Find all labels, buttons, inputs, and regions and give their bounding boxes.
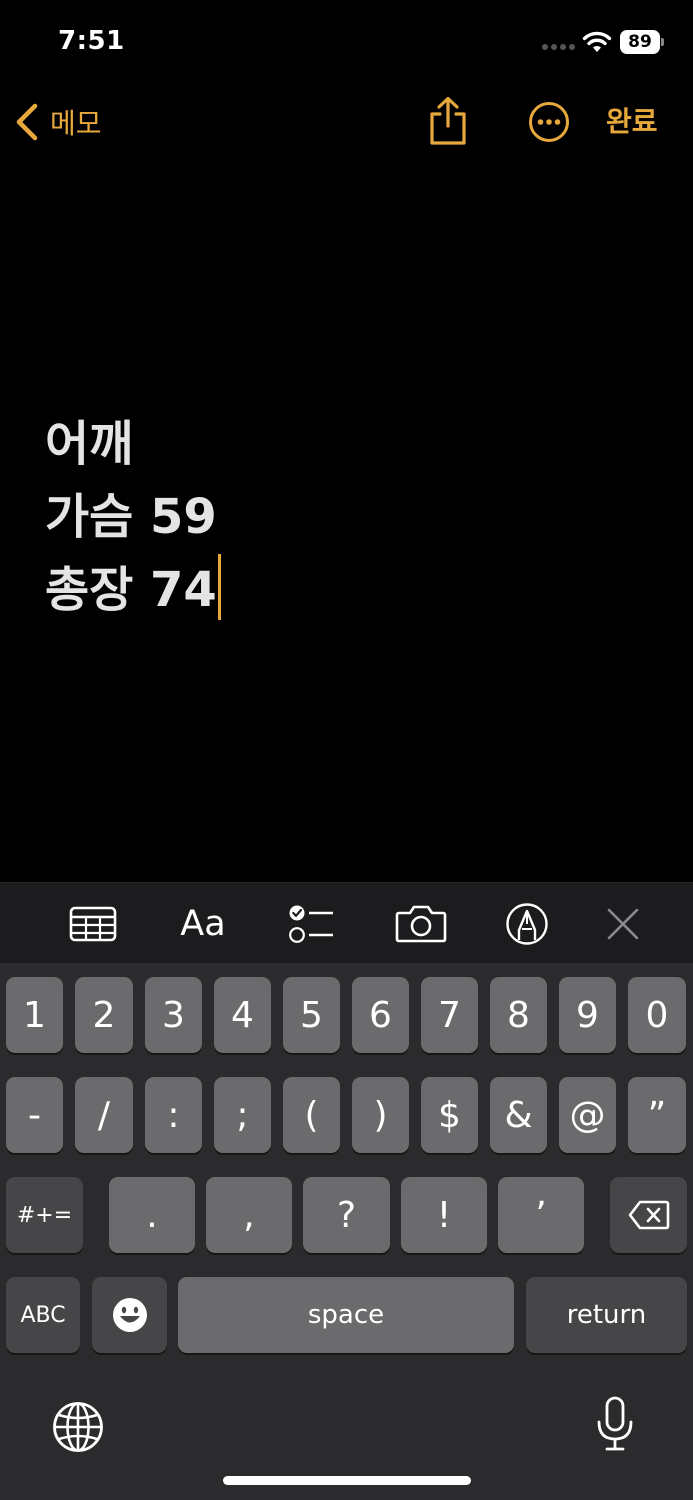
cellular-signal-icon xyxy=(542,44,576,50)
note-line-current: 총장 74 xyxy=(45,554,221,627)
format-toolbar: Aa xyxy=(0,882,693,965)
note-line: 어깨 xyxy=(45,416,134,472)
close-icon xyxy=(607,908,639,940)
backspace-icon xyxy=(628,1200,669,1230)
microphone-icon[interactable] xyxy=(596,1396,634,1452)
format-text-icon: Aa xyxy=(180,904,226,944)
key-apostrophe[interactable]: ’ xyxy=(498,1177,584,1253)
done-button[interactable]: 완료 xyxy=(606,100,658,140)
key-5[interactable]: 5 xyxy=(283,977,340,1053)
key-6[interactable]: 6 xyxy=(352,977,409,1053)
key-dollar[interactable]: $ xyxy=(421,1077,478,1153)
chevron-left-icon xyxy=(16,103,38,141)
markup-button[interactable] xyxy=(494,883,560,965)
note-text-editor[interactable]: 어깨 가슴 59 총장 74 xyxy=(45,408,221,627)
checklist-button[interactable] xyxy=(276,883,346,965)
key-open-paren[interactable]: ( xyxy=(283,1077,340,1153)
key-ampersand[interactable]: & xyxy=(490,1077,547,1153)
key-2[interactable]: 2 xyxy=(75,977,133,1053)
note-line: 가슴 59 xyxy=(45,489,217,545)
back-button-label: 메모 xyxy=(50,107,102,140)
globe-icon[interactable] xyxy=(52,1401,104,1453)
markup-pen-icon xyxy=(506,903,548,945)
status-time: 7:51 xyxy=(58,26,125,56)
text-cursor xyxy=(217,554,221,620)
key-7[interactable]: 7 xyxy=(421,977,478,1053)
key-more-symbols[interactable]: #+= xyxy=(6,1177,83,1253)
camera-button[interactable] xyxy=(384,883,458,965)
key-colon[interactable]: : xyxy=(145,1077,202,1153)
battery-tip xyxy=(661,38,664,46)
key-delete[interactable] xyxy=(610,1177,687,1253)
camera-icon xyxy=(395,905,447,943)
key-8[interactable]: 8 xyxy=(490,977,547,1053)
key-4[interactable]: 4 xyxy=(214,977,271,1053)
back-button[interactable]: 메모 xyxy=(14,100,102,144)
key-return[interactable]: return xyxy=(526,1277,687,1353)
key-hyphen[interactable]: - xyxy=(6,1077,63,1153)
key-3[interactable]: 3 xyxy=(145,977,202,1053)
close-toolbar-button[interactable] xyxy=(594,883,652,965)
format-text-button[interactable]: Aa xyxy=(166,883,240,965)
key-close-paren[interactable]: ) xyxy=(352,1077,409,1153)
key-0[interactable]: 0 xyxy=(628,977,686,1053)
table-button[interactable] xyxy=(58,883,128,965)
table-icon xyxy=(69,906,117,942)
key-semicolon[interactable]: ; xyxy=(214,1077,271,1153)
note-line-text: 총장 74 xyxy=(45,562,217,618)
key-abc[interactable]: ABC xyxy=(6,1277,80,1353)
key-exclamation[interactable]: ! xyxy=(401,1177,487,1253)
key-question[interactable]: ? xyxy=(303,1177,390,1253)
battery-indicator: 89 xyxy=(620,30,660,54)
key-1[interactable]: 1 xyxy=(6,977,63,1053)
key-comma[interactable]: , xyxy=(206,1177,292,1253)
wifi-icon xyxy=(582,31,612,52)
keyboard: 1 2 3 4 5 6 7 8 9 0 - / : ; ( ) $ & @ ” … xyxy=(0,963,693,1500)
key-space[interactable]: space xyxy=(178,1277,514,1353)
share-icon[interactable] xyxy=(426,96,470,146)
key-period[interactable]: . xyxy=(109,1177,195,1253)
key-slash[interactable]: / xyxy=(75,1077,133,1153)
key-emoji[interactable] xyxy=(92,1277,167,1353)
more-options-icon[interactable] xyxy=(528,101,570,143)
emoji-icon xyxy=(112,1298,147,1332)
key-at[interactable]: @ xyxy=(559,1077,616,1153)
checklist-icon xyxy=(289,905,333,943)
key-9[interactable]: 9 xyxy=(559,977,616,1053)
home-indicator[interactable] xyxy=(223,1476,471,1485)
key-double-quote[interactable]: ” xyxy=(628,1077,686,1153)
